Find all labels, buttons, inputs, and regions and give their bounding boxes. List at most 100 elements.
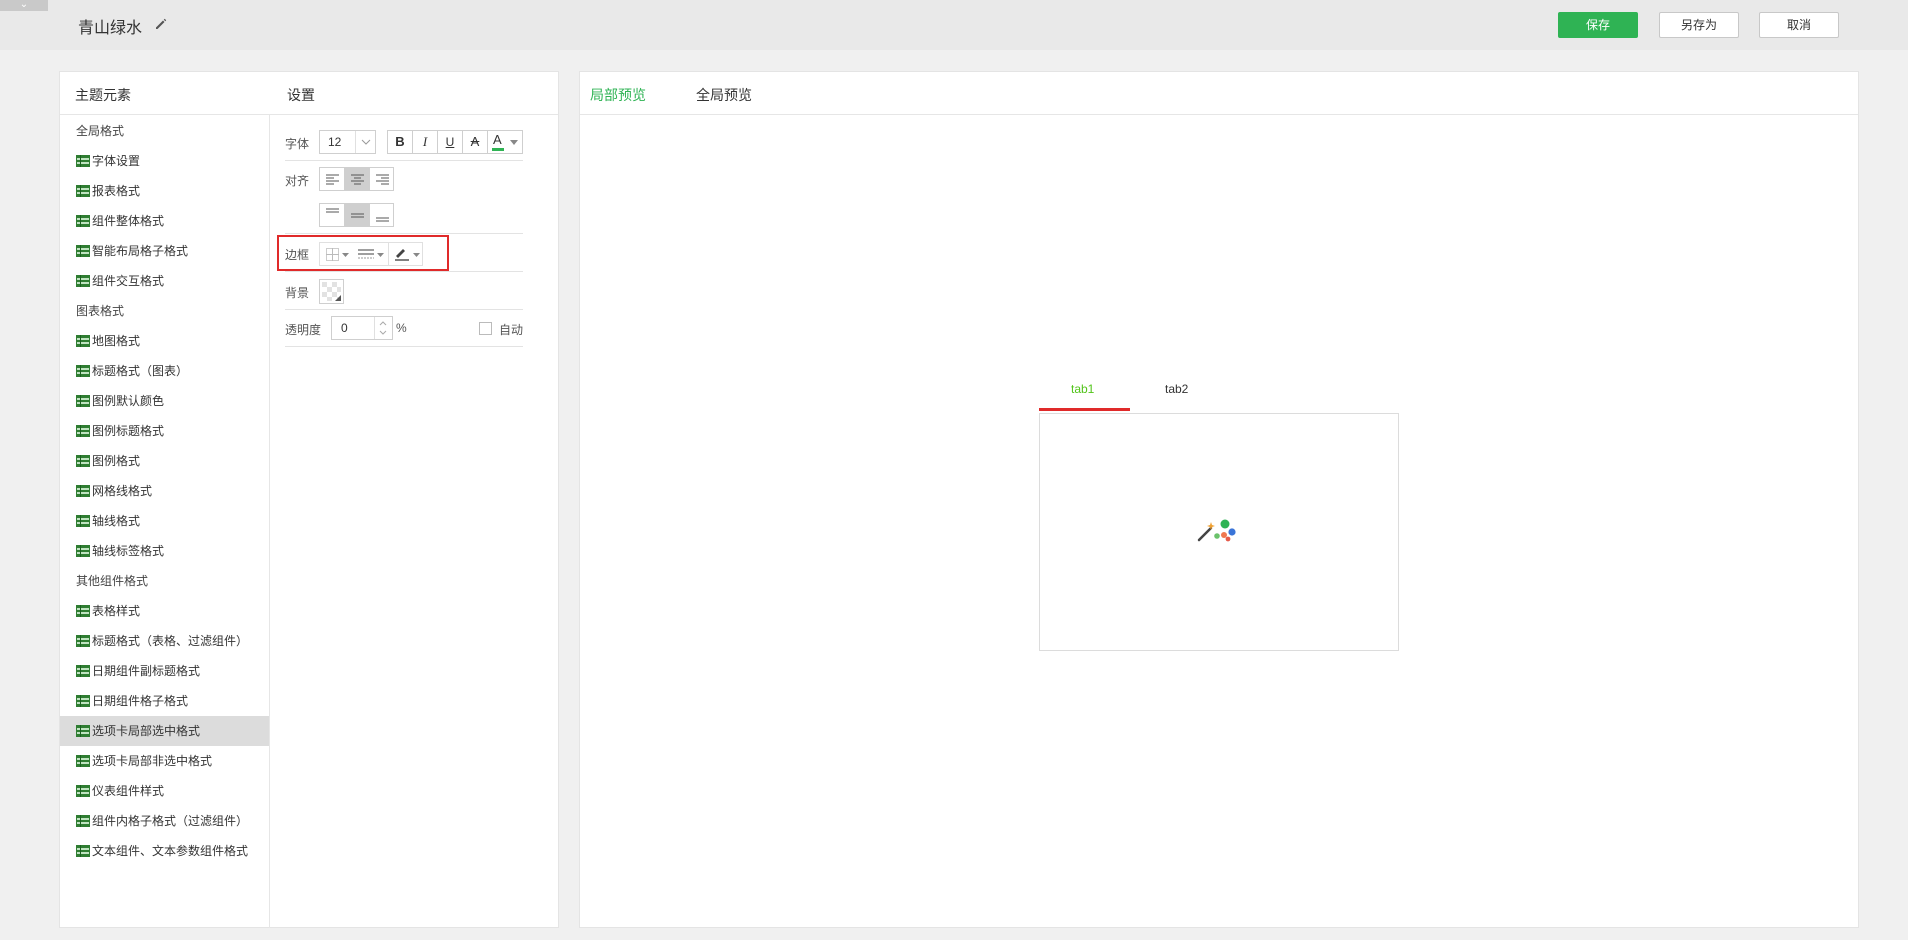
- table-icon: [76, 455, 90, 467]
- theme-elements-panel: 主题元素 设置 全局格式 字体设置 报表格式 组件整体格式 智能布局格子格式 组…: [59, 71, 559, 928]
- align-left-button[interactable]: [320, 168, 345, 190]
- table-icon: [76, 785, 90, 797]
- valign-bottom-button[interactable]: [370, 204, 395, 226]
- tree-item-table-title[interactable]: 标题格式（表格、过滤组件）: [60, 626, 269, 656]
- header-divider: [60, 114, 558, 115]
- background-color-picker[interactable]: [319, 279, 344, 304]
- background-label: 背景: [285, 286, 310, 300]
- row-divider: [285, 309, 523, 310]
- tree-item-gauge[interactable]: 仪表组件样式: [60, 776, 269, 806]
- preview-tab-1[interactable]: tab1: [1071, 382, 1094, 396]
- row-divider: [285, 271, 523, 272]
- tree-item-smart-layout[interactable]: 智能布局格子格式: [60, 236, 269, 266]
- table-icon: [76, 845, 90, 857]
- header-divider: [580, 114, 1858, 115]
- transparent-swatch-icon: [322, 282, 341, 301]
- top-bar: ⌄ 青山绿水 保存 另存为 取消: [0, 0, 1908, 50]
- pencil-icon[interactable]: [154, 17, 168, 31]
- tree-group-chart[interactable]: 图表格式: [60, 296, 269, 326]
- tree-item-interaction[interactable]: 组件交互格式: [60, 266, 269, 296]
- tree-item-legend-color[interactable]: 图例默认颜色: [60, 386, 269, 416]
- chevron-down-icon[interactable]: [378, 329, 388, 337]
- cancel-button[interactable]: 取消: [1759, 12, 1839, 38]
- tree-item-legend-title[interactable]: 图例标题格式: [60, 416, 269, 446]
- tree-item-gridline[interactable]: 网格线格式: [60, 476, 269, 506]
- table-icon: [76, 395, 90, 407]
- tree-item-axis-line[interactable]: 轴线格式: [60, 506, 269, 536]
- tree-item-chart-title[interactable]: 标题格式（图表）: [60, 356, 269, 386]
- font-size-value: 12: [328, 135, 342, 149]
- table-icon: [76, 365, 90, 377]
- valign-bottom-icon: [376, 217, 389, 222]
- auto-label: 自动: [499, 323, 524, 337]
- valign-top-button[interactable]: [320, 204, 345, 226]
- table-icon: [76, 425, 90, 437]
- tree-group-global[interactable]: 全局格式: [60, 116, 269, 146]
- align-right-button[interactable]: [370, 168, 395, 190]
- opacity-value: 0: [341, 321, 348, 335]
- font-label: 字体: [285, 137, 310, 151]
- tree-item-table-style[interactable]: 表格样式: [60, 596, 269, 626]
- chevron-down-icon: ⌄: [19, 0, 29, 10]
- tree-item-date-subtitle[interactable]: 日期组件副标题格式: [60, 656, 269, 686]
- align-right-icon: [376, 174, 389, 185]
- tab-local-preview[interactable]: 局部预览: [590, 85, 646, 105]
- table-icon: [76, 665, 90, 677]
- table-icon: [76, 635, 90, 647]
- table-icon: [76, 155, 90, 167]
- bold-button[interactable]: B: [388, 131, 413, 153]
- font-color-button[interactable]: A: [488, 131, 524, 153]
- save-as-button[interactable]: 另存为: [1659, 12, 1739, 38]
- vertical-align-group: [319, 203, 394, 227]
- font-color-swatch: [492, 148, 504, 151]
- table-icon: [76, 725, 90, 737]
- tree-item-axis-label[interactable]: 轴线标签格式: [60, 536, 269, 566]
- align-center-icon: [351, 174, 364, 185]
- tree-item-text-component[interactable]: 文本组件、文本参数组件格式: [60, 836, 269, 866]
- align-label: 对齐: [285, 174, 310, 188]
- table-icon: [76, 335, 90, 347]
- table-icon: [76, 515, 90, 527]
- italic-button[interactable]: I: [413, 131, 438, 153]
- valign-middle-button[interactable]: [345, 204, 370, 226]
- preview-tab-2[interactable]: tab2: [1165, 382, 1188, 396]
- tree-item-component-format[interactable]: 组件整体格式: [60, 206, 269, 236]
- tree-group-other[interactable]: 其他组件格式: [60, 566, 269, 596]
- font-color-glyph: A: [493, 132, 502, 147]
- tree-item-filter-cell[interactable]: 组件内格子格式（过滤组件）: [60, 806, 269, 836]
- opacity-stepper[interactable]: 0: [331, 316, 393, 340]
- tree-item-report-format[interactable]: 报表格式: [60, 176, 269, 206]
- table-icon: [76, 605, 90, 617]
- tree-item-date-cell[interactable]: 日期组件格子格式: [60, 686, 269, 716]
- font-size-select[interactable]: 12: [319, 130, 376, 154]
- tab-global-preview[interactable]: 全局预览: [696, 85, 752, 105]
- tree-item-legend[interactable]: 图例格式: [60, 446, 269, 476]
- column-divider: [269, 115, 270, 928]
- tree-item-map[interactable]: 地图格式: [60, 326, 269, 356]
- align-left-icon: [326, 174, 339, 185]
- save-button[interactable]: 保存: [1558, 12, 1638, 38]
- tree-item-font-settings[interactable]: 字体设置: [60, 146, 269, 176]
- table-icon: [76, 815, 90, 827]
- table-icon: [76, 185, 90, 197]
- auto-checkbox[interactable]: [479, 322, 492, 335]
- strikethrough-button[interactable]: A: [463, 131, 488, 153]
- table-icon: [76, 275, 90, 287]
- elements-header: 主题元素: [75, 87, 131, 103]
- select-divider: [355, 131, 356, 153]
- valign-middle-icon: [351, 213, 364, 218]
- table-icon: [76, 485, 90, 497]
- horizontal-align-group: [319, 167, 394, 191]
- underline-button[interactable]: U: [438, 131, 463, 153]
- collapse-toggle[interactable]: ⌄: [0, 0, 48, 11]
- chevron-up-icon[interactable]: [378, 319, 388, 327]
- chevron-down-icon: [361, 139, 371, 145]
- theme-title: 青山绿水: [78, 20, 143, 37]
- align-center-button[interactable]: [345, 168, 370, 190]
- active-tab-underline: [1039, 408, 1130, 411]
- tree-item-tab-unselected[interactable]: 选项卡局部非选中格式: [60, 746, 269, 776]
- table-icon: [76, 245, 90, 257]
- opacity-label: 透明度: [285, 323, 322, 337]
- tree-item-tab-selected[interactable]: 选项卡局部选中格式: [60, 716, 269, 746]
- caret-down-icon: [510, 140, 518, 145]
